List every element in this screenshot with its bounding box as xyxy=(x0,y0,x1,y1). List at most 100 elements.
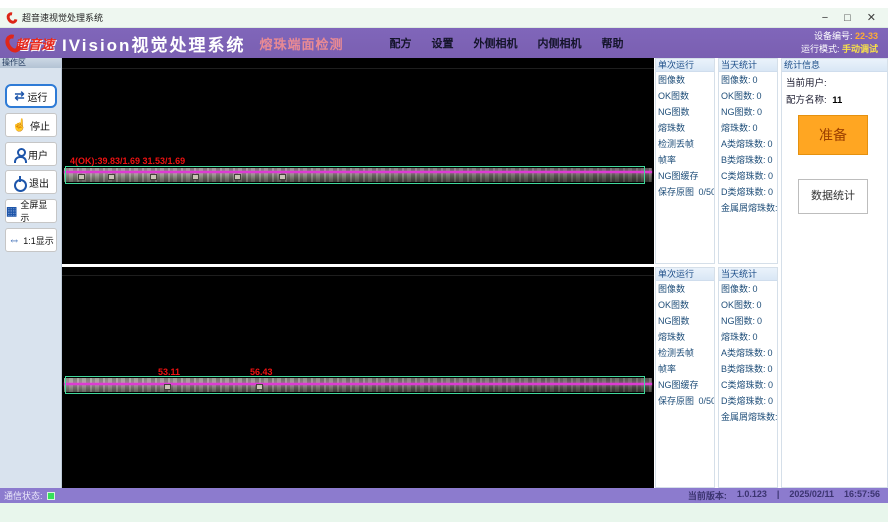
stat-row: 帧率 xyxy=(656,361,714,377)
run-button-label: 运行 xyxy=(28,89,48,104)
stat-row: NG图数 xyxy=(656,313,714,329)
statistics-info-panel: 统计信息 当前用户: 配方名称: 11 准备 数据统计 xyxy=(781,58,888,488)
stat-row: 金属屑熔珠数:0 xyxy=(719,409,777,425)
stat-row: 检测丢帧 xyxy=(656,345,714,361)
os-titlebar: 超音速视觉处理系统 − □ ✕ xyxy=(0,8,888,28)
menu-item-help[interactable]: 帮助 xyxy=(601,35,623,51)
power-icon xyxy=(13,176,26,189)
sidebar-title: 操作区 xyxy=(0,58,61,68)
version-value: 1.0.123 xyxy=(737,489,767,502)
one-to-one-icon: ⇔ xyxy=(8,234,20,246)
stat-row: B类熔珠数:0 xyxy=(719,361,777,377)
detection-box xyxy=(65,166,645,184)
brand-logo: 超音速 xyxy=(6,34,54,53)
stat-row: 保存原图 0/500 xyxy=(656,393,714,409)
daily-stats-bottom: 当天统计 图像数:0 OK图数:0 NG图数:0 熔珠数:0 A类熔珠数:0 B… xyxy=(718,267,778,488)
status-time: 16:57:56 xyxy=(844,489,880,502)
window-title: 超音速视觉处理系统 xyxy=(22,11,103,24)
measurement-annotation: 4(OK):39.83/1.69 31.53/1.69 xyxy=(70,156,185,166)
camera-view-inner: 53.11 56.43 xyxy=(62,267,654,488)
stat-row: 帧率 xyxy=(656,152,714,168)
stat-row: 熔珠数:0 xyxy=(719,329,777,345)
stat-row: 金属屑熔珠数:0 xyxy=(719,200,777,216)
comm-status-label: 通信状态: xyxy=(4,489,43,502)
measurement-annotation: 56.43 xyxy=(250,367,273,377)
status-date: 2025/02/11 xyxy=(789,489,834,502)
camera-view-outer: 4(OK):39.83/1.69 31.53/1.69 xyxy=(62,58,654,264)
stop-button[interactable]: ☝ 停止 xyxy=(5,113,57,137)
stat-row: NG图数 xyxy=(656,104,714,120)
stat-row: A类熔珠数:0 xyxy=(719,136,777,152)
main-menu: 配方 设置 外侧相机 内侧相机 帮助 xyxy=(389,35,623,51)
run-mode-value: 手动调试 xyxy=(842,44,878,54)
status-bar: 通信状态: 当前版本: 1.0.123 | 2025/02/11 16:57:5… xyxy=(0,488,888,503)
prepare-button[interactable]: 准备 xyxy=(798,115,868,155)
save-value: 0/500 xyxy=(699,396,715,406)
single-run-stats-bottom: 单次运行 图像数 OK图数 NG图数 熔珠数 检测丢帧 帧率 NG图缓存 保存原… xyxy=(655,267,715,488)
info-panel-header: 统计信息 xyxy=(782,59,887,72)
status-separator: | xyxy=(777,489,780,502)
stop-button-label: 停止 xyxy=(30,118,50,133)
project-subtitle: 熔珠端面检测 xyxy=(259,34,343,53)
stat-row: D类熔珠数:0 xyxy=(719,184,777,200)
stat-row: 图像数:0 xyxy=(719,72,777,88)
single-run-stats-top: 单次运行 图像数 OK图数 NG图数 熔珠数 检测丢帧 帧率 NG图缓存 保存原… xyxy=(655,58,715,264)
recipe-name-label: 配方名称: xyxy=(786,95,827,106)
menu-item-outer-camera[interactable]: 外侧相机 xyxy=(473,35,517,51)
detection-box xyxy=(65,376,645,394)
minimize-button[interactable]: − xyxy=(822,8,828,28)
app-logo-icon xyxy=(4,10,19,26)
user-button[interactable]: 用户 xyxy=(5,142,57,166)
stat-row: 图像数 xyxy=(656,281,714,297)
device-id-value: 22-33 xyxy=(855,31,878,41)
exit-button[interactable]: 退出 xyxy=(5,170,57,194)
camera-frame-edge xyxy=(62,275,654,276)
stat-row: OK图数 xyxy=(656,297,714,313)
fullscreen-button[interactable]: ▦ 全屏显示 xyxy=(5,199,57,223)
stat-row: 检测丢帧 xyxy=(656,136,714,152)
recipe-name-value: 11 xyxy=(832,95,842,106)
recipe-name-row: 配方名称: 11 xyxy=(782,89,887,106)
stat-row: NG图缓存 xyxy=(656,168,714,184)
desktop-background xyxy=(0,503,888,522)
app-header: 超音速 IVision视觉处理系统 熔珠端面检测 配方 设置 外侧相机 内侧相机… xyxy=(0,28,888,58)
stat-row: 熔珠数:0 xyxy=(719,120,777,136)
daily-stats-header: 当天统计 xyxy=(719,268,777,281)
stat-row: C类熔珠数:0 xyxy=(719,377,777,393)
window-controls: − □ ✕ xyxy=(822,8,888,28)
close-button[interactable]: ✕ xyxy=(867,8,876,28)
stat-row: NG图数:0 xyxy=(719,313,777,329)
fullscreen-button-label: 全屏显示 xyxy=(20,198,56,224)
daily-stats-header: 当天统计 xyxy=(719,59,777,72)
save-value: 0/500 xyxy=(699,187,715,197)
single-run-header: 单次运行 xyxy=(656,59,714,72)
stat-row: B类熔珠数:0 xyxy=(719,152,777,168)
app-window: 超音速视觉处理系统 − □ ✕ 超音速 IVision视觉处理系统 熔珠端面检测… xyxy=(0,0,888,522)
stat-row: A类熔珠数:0 xyxy=(719,345,777,361)
operation-sidebar: 操作区 ⇄ 运行 ☝ 停止 用户 退出 ▦ 全屏显示 ⇔ 1:1显示 xyxy=(0,58,62,488)
stat-row: NG图数:0 xyxy=(719,104,777,120)
version-label: 当前版本: xyxy=(688,489,727,502)
run-cycle-icon: ⇄ xyxy=(14,90,24,102)
stat-row: OK图数:0 xyxy=(719,88,777,104)
stat-row: NG图缓存 xyxy=(656,377,714,393)
hand-stop-icon: ☝ xyxy=(12,119,27,131)
stat-row: OK图数 xyxy=(656,88,714,104)
data-statistics-button[interactable]: 数据统计 xyxy=(798,179,868,214)
maximize-button[interactable]: □ xyxy=(844,8,851,28)
camera-frame-edge xyxy=(62,68,654,69)
stat-row: C类熔珠数:0 xyxy=(719,168,777,184)
run-button[interactable]: ⇄ 运行 xyxy=(5,84,57,108)
menu-item-settings[interactable]: 设置 xyxy=(431,35,453,51)
exit-button-label: 退出 xyxy=(29,175,49,190)
one-to-one-button[interactable]: ⇔ 1:1显示 xyxy=(5,228,57,252)
current-user-row: 当前用户: xyxy=(782,72,887,89)
one-to-one-button-label: 1:1显示 xyxy=(23,234,54,247)
user-button-label: 用户 xyxy=(28,147,48,162)
measurement-annotation: 53.11 xyxy=(158,367,180,377)
status-right: 当前版本: 1.0.123 | 2025/02/11 16:57:56 xyxy=(688,489,888,502)
product-title: IVision视觉处理系统 xyxy=(62,31,245,56)
fullscreen-grid-icon: ▦ xyxy=(6,205,17,217)
menu-item-recipe[interactable]: 配方 xyxy=(389,35,411,51)
menu-item-inner-camera[interactable]: 内侧相机 xyxy=(537,35,581,51)
